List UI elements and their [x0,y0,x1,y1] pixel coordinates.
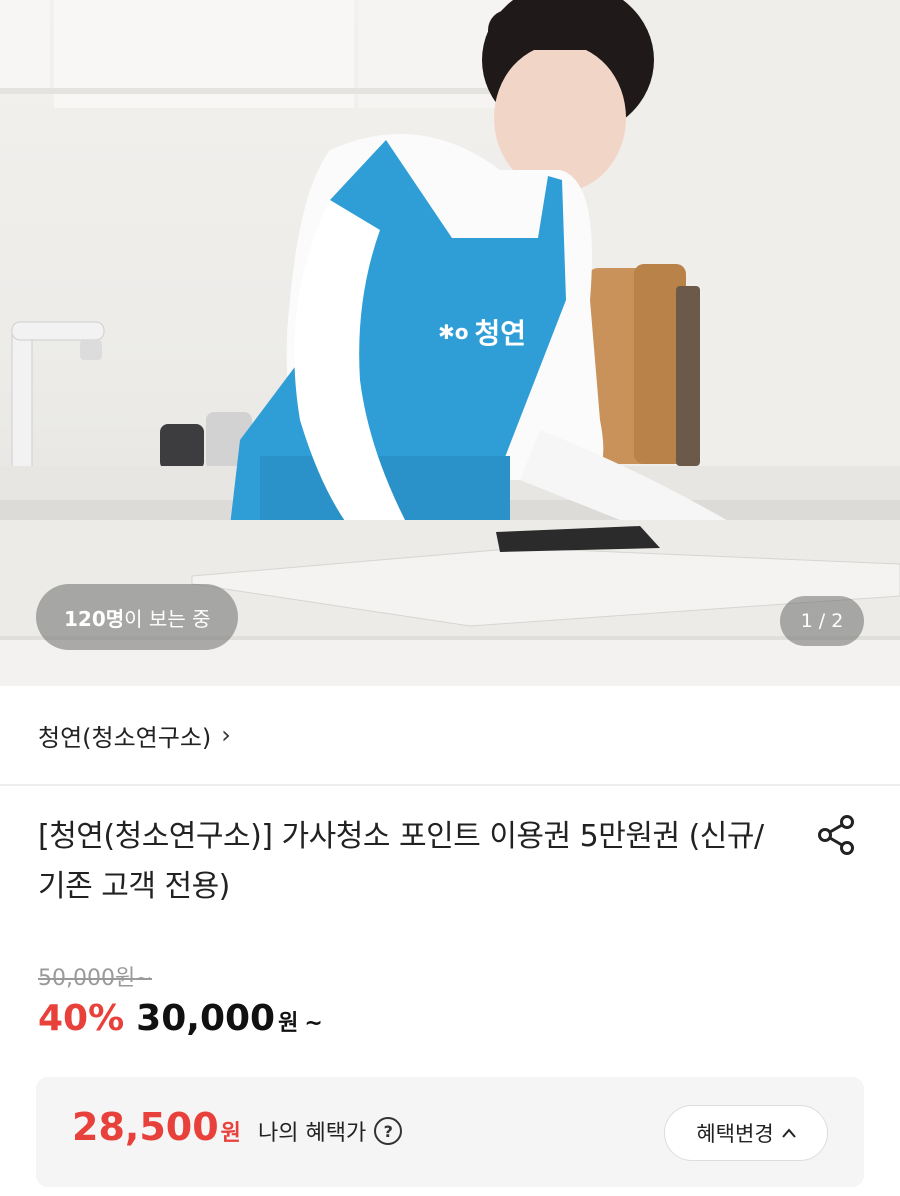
viewers-label: 이 보는 중 [124,606,211,631]
benefit-label: 나의 혜택가 ? [258,1115,403,1147]
sale-price-suffix: ~ [304,1011,323,1036]
original-price-suffix: ~ [135,966,152,990]
sale-price: 30,000 [136,998,276,1039]
chevron-up-icon [781,1128,796,1138]
discount-rate: 40% [38,998,125,1039]
change-benefit-button[interactable]: 혜택변경 [664,1105,828,1161]
image-page-indicator: 1 / 2 [780,596,864,646]
share-icon [818,815,854,855]
product-image-carousel[interactable]: ✱o 청연 120명 이 보는 중 1 / 2 [0,0,900,686]
original-price-value: 50,000원 [38,966,136,991]
my-benefit-box: 28,500 원 나의 혜택가 ? 혜택변경 [36,1077,864,1187]
chevron-right-icon: › [221,721,231,749]
page-total: 2 [831,610,844,632]
change-benefit-label: 혜택변경 [696,1122,774,1146]
original-price: 50,000원~ [38,960,152,992]
seller-link[interactable]: 청연(청소연구소) › [0,686,900,786]
benefit-price-unit: 원 [220,1121,241,1146]
product-title: [청연(청소연구소)] 가사청소 포인트 이용권 5만원권 (신규/기존 고객 … [38,819,764,904]
page-separator: / [818,610,826,632]
page-current: 1 [800,610,813,632]
benefit-label-text: 나의 혜택가 [258,1121,367,1146]
help-icon[interactable]: ? [374,1117,403,1145]
apron-logo: ✱o 청연 [438,312,526,352]
share-button[interactable] [814,812,860,858]
viewers-badge: 120명 이 보는 중 [36,584,239,650]
seller-name: 청연(청소연구소) [38,723,212,752]
benefit-price: 28,500 원 [72,1105,241,1149]
viewers-count: 120명 [64,606,125,631]
benefit-price-value: 28,500 [72,1105,219,1149]
sale-price-unit: 원 [278,1011,299,1036]
apron-logo-text: 청연 [474,317,527,350]
apron-logo-mark: ✱o [438,320,469,344]
sale-price-row: 40% 30,000 원 ~ [38,998,323,1039]
